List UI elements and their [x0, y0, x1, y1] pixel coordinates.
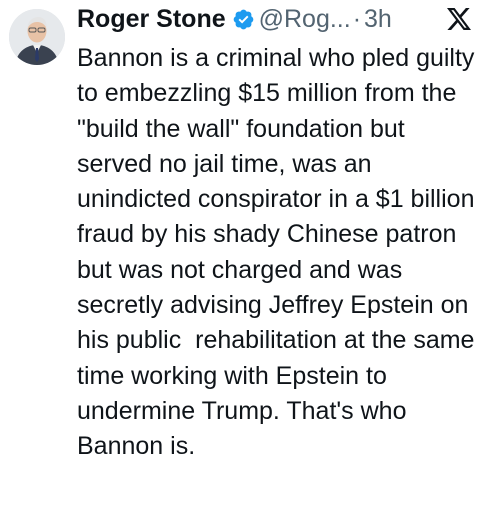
avatar[interactable] — [9, 9, 65, 65]
separator-dot: · — [352, 4, 362, 33]
tweet-header: Roger Stone @Rog... · 3h — [77, 2, 392, 36]
timestamp[interactable]: 3h — [364, 5, 392, 34]
avatar-image — [9, 9, 65, 65]
author-name[interactable]: Roger Stone — [77, 5, 226, 34]
author-handle[interactable]: @Rog... — [259, 5, 351, 34]
tweet-text: Bannon is a criminal who pled guilty to … — [77, 44, 482, 461]
x-logo-icon — [447, 8, 471, 30]
verified-badge-icon — [232, 8, 255, 31]
tweet-card: Roger Stone @Rog... · 3h Bannon is a cri… — [0, 0, 485, 518]
